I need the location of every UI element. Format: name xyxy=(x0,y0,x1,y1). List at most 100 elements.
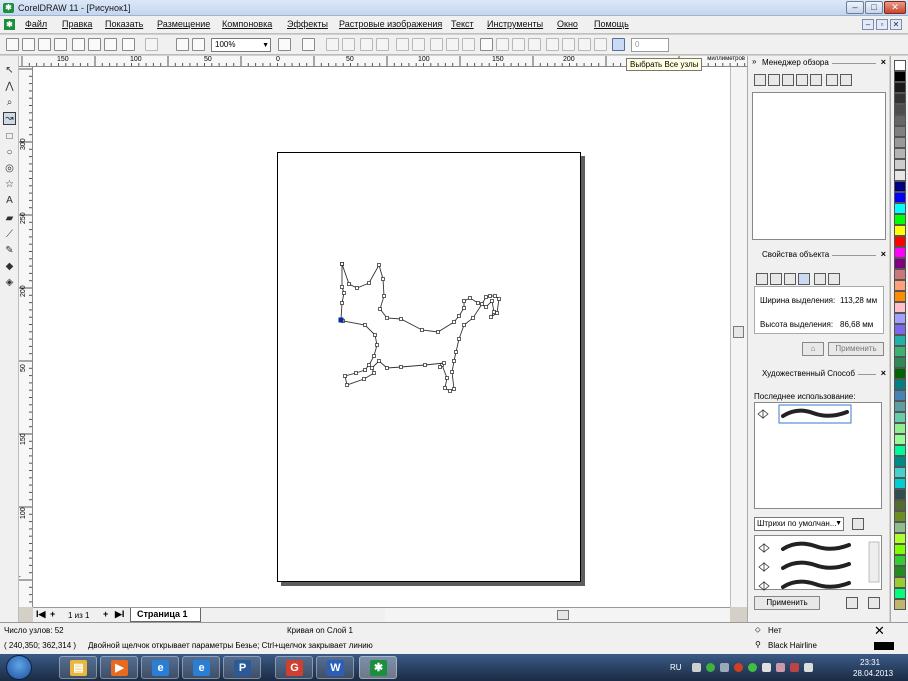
curve-node[interactable] xyxy=(375,343,379,347)
curve-node[interactable] xyxy=(476,301,480,305)
wave-tab-icon[interactable] xyxy=(828,273,840,285)
color-swatch[interactable] xyxy=(894,489,906,500)
color-swatch[interactable] xyxy=(894,313,906,324)
to-curve-icon[interactable] xyxy=(412,38,425,51)
export-icon[interactable] xyxy=(192,38,205,51)
cat-curve-drawing[interactable] xyxy=(33,67,730,607)
select-all-nodes-icon[interactable] xyxy=(612,38,625,51)
pick-tool-icon[interactable]: ↖ xyxy=(3,64,16,77)
zoom-level-select[interactable]: 100% ▼ xyxy=(211,38,271,52)
auto-close-icon[interactable] xyxy=(594,38,607,51)
curve-node[interactable] xyxy=(347,282,351,286)
cut-icon[interactable] xyxy=(72,38,85,51)
delete-stroke-icon[interactable] xyxy=(868,597,880,609)
curve-node[interactable] xyxy=(363,323,367,327)
scroll-thumb[interactable] xyxy=(733,326,744,338)
extend-curve-icon[interactable] xyxy=(496,38,509,51)
curve-node[interactable] xyxy=(442,361,446,365)
curve-node[interactable] xyxy=(372,354,376,358)
zoom-selection-icon[interactable] xyxy=(782,74,794,86)
overview-list[interactable] xyxy=(752,92,886,240)
menu-window[interactable]: Окно xyxy=(557,19,578,29)
maximize-button[interactable]: □ xyxy=(865,1,883,14)
tab-page-1[interactable]: Страница 1 xyxy=(130,608,201,622)
curve-node[interactable] xyxy=(484,305,488,309)
snap-icon[interactable] xyxy=(302,38,315,51)
curve-node[interactable] xyxy=(420,328,424,332)
color-swatch[interactable] xyxy=(894,456,906,467)
color-swatch[interactable] xyxy=(894,148,906,159)
color-swatch[interactable] xyxy=(894,423,906,434)
taskbar-explorer[interactable]: ▤ xyxy=(59,656,97,679)
last-used-list[interactable] xyxy=(754,402,882,509)
color-swatch[interactable] xyxy=(894,93,906,104)
curve-node[interactable] xyxy=(354,371,358,375)
align-nodes-icon[interactable] xyxy=(562,38,575,51)
zoom-page-icon[interactable] xyxy=(810,74,822,86)
break-curve-icon[interactable] xyxy=(376,38,389,51)
menu-help[interactable]: Помощь xyxy=(594,19,629,29)
color-swatch[interactable] xyxy=(894,478,906,489)
color-swatch[interactable] xyxy=(894,346,906,357)
curve-smoothness-field[interactable]: 0 xyxy=(631,38,669,52)
color-swatch[interactable] xyxy=(894,137,906,148)
start-button[interactable] xyxy=(6,655,32,680)
curve-node[interactable] xyxy=(367,281,371,285)
curve-node[interactable] xyxy=(342,291,346,295)
menu-edit[interactable]: Правка xyxy=(62,19,92,29)
taskbar-coreldraw[interactable]: ✱ xyxy=(359,656,397,679)
curve-node[interactable] xyxy=(488,294,492,298)
color-swatch[interactable] xyxy=(894,159,906,170)
color-swatch[interactable] xyxy=(894,379,906,390)
curve-node[interactable] xyxy=(493,294,497,298)
freehand-tool-icon[interactable]: ↝ xyxy=(3,112,16,125)
detail-tab-icon[interactable] xyxy=(798,273,810,285)
vertical-scrollbar[interactable] xyxy=(730,67,747,607)
curve-node[interactable] xyxy=(340,285,344,289)
taskbar-word[interactable]: W xyxy=(316,656,354,679)
curve-node[interactable] xyxy=(454,350,458,354)
to-line-icon[interactable] xyxy=(396,38,409,51)
curve-node[interactable] xyxy=(462,299,466,303)
outline-tab-icon[interactable] xyxy=(770,273,782,285)
menu-tools[interactable]: Инструменты xyxy=(487,19,543,29)
curve-node[interactable] xyxy=(452,320,456,324)
curve-node[interactable] xyxy=(382,294,386,298)
color-swatch[interactable] xyxy=(894,511,906,522)
zoom-in-icon[interactable] xyxy=(754,74,766,86)
curve-node[interactable] xyxy=(423,363,427,367)
zoom-tool-icon[interactable]: ⌕ xyxy=(3,96,16,109)
curve-node[interactable] xyxy=(378,307,382,311)
curve-node[interactable] xyxy=(450,370,454,374)
taskbar-ie[interactable]: e xyxy=(141,656,179,679)
curve-node[interactable] xyxy=(399,317,403,321)
color-swatch[interactable] xyxy=(894,82,906,93)
curve-node[interactable] xyxy=(340,301,344,305)
color-swatch[interactable] xyxy=(894,434,906,445)
curve-node[interactable] xyxy=(484,295,488,299)
curve-tab-icon[interactable] xyxy=(814,273,826,285)
outline-tool-icon[interactable]: ✎ xyxy=(3,244,16,257)
ellipse-tool-icon[interactable]: ○ xyxy=(3,146,16,159)
color-swatch[interactable] xyxy=(894,390,906,401)
volume-icon[interactable] xyxy=(804,663,813,672)
scroll-thumb[interactable] xyxy=(557,610,569,620)
color-swatch[interactable] xyxy=(894,115,906,126)
curve-node[interactable] xyxy=(457,314,461,318)
taskbar-ie-2[interactable]: e xyxy=(182,656,220,679)
properties-docker-header[interactable]: Свойства объекта × xyxy=(750,249,888,262)
fill-tab-icon[interactable] xyxy=(756,273,768,285)
save-stroke-icon[interactable] xyxy=(846,597,858,609)
curve-node[interactable] xyxy=(345,383,349,387)
flag-icon[interactable] xyxy=(776,663,785,672)
menu-file[interactable]: Файл xyxy=(25,19,47,29)
curve-node[interactable] xyxy=(490,299,494,303)
doc-minimize-button[interactable]: – xyxy=(862,19,874,30)
close-icon[interactable]: × xyxy=(881,57,886,67)
zoom-all-icon[interactable] xyxy=(796,74,808,86)
menu-view[interactable]: Показать xyxy=(105,19,143,29)
paste-icon[interactable] xyxy=(104,38,117,51)
network-icon[interactable] xyxy=(790,663,799,672)
clock-date[interactable]: 28.04.2013 xyxy=(853,669,893,678)
doc-restore-button[interactable]: ▫ xyxy=(876,19,888,30)
